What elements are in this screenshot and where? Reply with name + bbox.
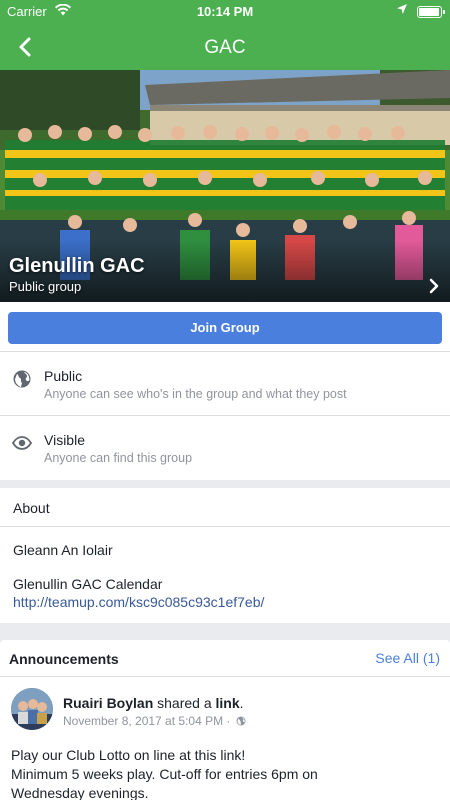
join-group-button[interactable]: Join Group bbox=[8, 312, 442, 344]
divider bbox=[0, 415, 450, 416]
see-all-link[interactable]: See All (1) bbox=[375, 650, 440, 666]
about-heading: About bbox=[13, 500, 50, 516]
post-author-period: . bbox=[239, 695, 244, 711]
group-privacy-label: Public group bbox=[9, 279, 82, 294]
group-cover-photo[interactable]: Glenullin GAC Public group bbox=[0, 70, 450, 302]
post-body-line: Wednesday evenings. bbox=[11, 785, 149, 800]
globe-icon bbox=[12, 369, 32, 389]
post-body-line: Minimum 5 weeks play. Cut-off for entrie… bbox=[11, 766, 318, 782]
join-section: Join Group bbox=[0, 302, 450, 352]
status-time: 10:14 PM bbox=[196, 4, 254, 19]
info-row-subtitle: Anyone can see who's in the group and wh… bbox=[44, 387, 347, 401]
info-row-title: Public bbox=[44, 368, 83, 384]
post-author-line: Ruairi Boylan shared a link. bbox=[63, 695, 244, 711]
avatar[interactable] bbox=[11, 688, 53, 730]
announcements-heading: Announcements bbox=[9, 651, 119, 667]
post-author-name[interactable]: Ruairi Boylan bbox=[63, 695, 153, 711]
globe-icon bbox=[236, 715, 246, 726]
announcements-section: Announcements See All (1) Ruairi Boylan … bbox=[0, 640, 450, 800]
calendar-link[interactable]: http://teamup.com/ksc9c085c93c1ef7eb/ bbox=[13, 594, 264, 610]
about-description: Gleann An Iolair bbox=[13, 542, 113, 558]
about-section: About Gleann An Iolair Glenullin GAC Cal… bbox=[0, 488, 450, 623]
chevron-right-icon[interactable] bbox=[427, 278, 441, 294]
group-info-list: Public Anyone can see who's in the group… bbox=[0, 352, 450, 480]
eye-icon bbox=[11, 433, 33, 453]
about-calendar-label: Glenullin GAC Calendar bbox=[13, 576, 163, 592]
top-bar: Carrier 10:14 PM GAC bbox=[0, 0, 450, 70]
location-arrow-icon bbox=[396, 3, 408, 18]
info-row-visible: Visible Anyone can find this group bbox=[0, 416, 450, 480]
post-action: shared a bbox=[157, 695, 212, 711]
info-row-title: Visible bbox=[44, 432, 85, 448]
post-timestamp[interactable]: November 8, 2017 at 5:04 PM · bbox=[63, 714, 230, 728]
info-row-public: Public Anyone can see who's in the group… bbox=[0, 352, 450, 416]
post-body: Play our Club Lotto on line at this link… bbox=[11, 746, 441, 800]
post-object-link[interactable]: link bbox=[216, 695, 240, 711]
post-body-line: Play our Club Lotto on line at this link… bbox=[11, 747, 246, 763]
post-meta: November 8, 2017 at 5:04 PM · bbox=[63, 714, 246, 728]
status-bar: Carrier 10:14 PM bbox=[0, 0, 450, 22]
group-name: Glenullin GAC bbox=[9, 255, 145, 277]
page-title: GAC bbox=[204, 37, 246, 58]
divider bbox=[0, 676, 450, 677]
battery-icon bbox=[417, 6, 445, 18]
info-row-subtitle: Anyone can find this group bbox=[44, 451, 193, 465]
divider bbox=[0, 526, 450, 527]
